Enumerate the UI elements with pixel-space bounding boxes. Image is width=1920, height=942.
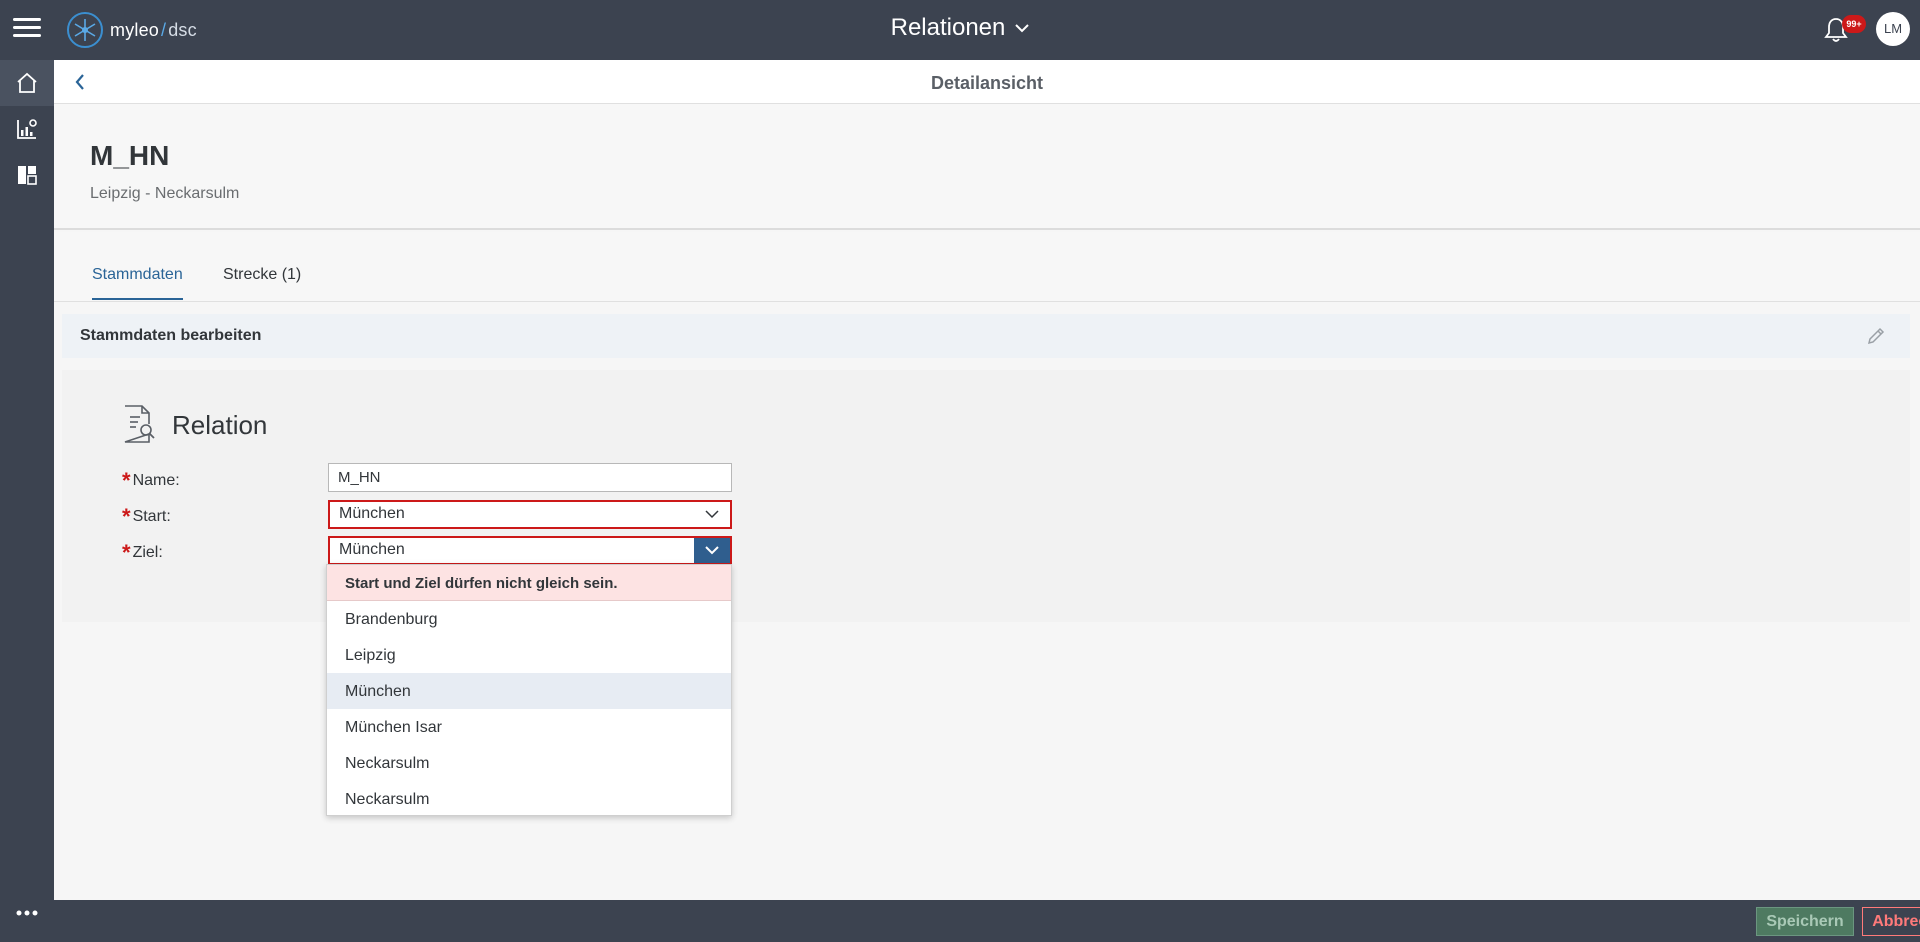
dropdown-options: Brandenburg Leipzig München München Isar… xyxy=(327,601,731,817)
app-title-container: Relationen xyxy=(0,14,1920,42)
logo-slash: / xyxy=(161,19,167,40)
object-header: M_HN Leipzig - Neckarsulm xyxy=(54,104,1920,230)
ziel-dropdown-list: Start und Ziel dürfen nicht gleich sein.… xyxy=(326,564,732,816)
page-title: Detailansicht xyxy=(930,73,1044,93)
cancel-button[interactable]: Abbrechen xyxy=(1862,907,1920,936)
nav-item-analytics[interactable] xyxy=(0,106,54,152)
ziel-select-value: München xyxy=(339,541,405,558)
ziel-label-text: Ziel: xyxy=(132,544,163,561)
section-title: Stammdaten bearbeiten xyxy=(80,327,262,344)
dropdown-option[interactable]: Leipzig xyxy=(327,637,731,673)
logo-text: myleo / dsc xyxy=(110,20,197,41)
chevron-down-icon[interactable] xyxy=(694,538,730,563)
form-heading: Relation xyxy=(172,410,268,440)
name-label: * Name: xyxy=(122,468,180,494)
footer-toolbar: Speichern Abbrechen xyxy=(54,900,1920,942)
name-input[interactable]: M_HN xyxy=(328,463,732,492)
save-button[interactable]: Speichern xyxy=(1756,907,1854,936)
analytics-icon xyxy=(17,119,37,139)
start-select-value: München xyxy=(339,505,405,522)
ziel-select[interactable]: München xyxy=(328,536,732,565)
chevron-down-icon xyxy=(1015,24,1030,33)
logo-name: myleo xyxy=(110,19,160,40)
ziel-label: * Ziel: xyxy=(122,540,163,566)
chevron-down-icon xyxy=(694,502,730,527)
validation-error-message: Start und Ziel dürfen nicht gleich sein. xyxy=(327,565,731,601)
pencil-edit-icon[interactable] xyxy=(1864,324,1888,348)
dashboard-icon xyxy=(18,166,37,185)
more-icon xyxy=(16,910,38,916)
logo-product: dsc xyxy=(168,19,197,40)
document-search-icon xyxy=(124,405,155,443)
tab-bar: Stammdaten Strecke (1) xyxy=(54,232,1920,302)
object-subtitle: Leipzig - Neckarsulm xyxy=(90,185,240,202)
required-marker: * xyxy=(122,540,131,565)
dropdown-option[interactable]: Neckarsulm xyxy=(327,781,731,817)
nav-item-dashboard[interactable] xyxy=(0,152,54,198)
required-marker: * xyxy=(122,504,131,529)
sub-header: Detailansicht xyxy=(54,60,1920,104)
dropdown-option[interactable]: München Isar xyxy=(327,709,731,745)
tab-stammdaten[interactable]: Stammdaten xyxy=(92,266,183,300)
dropdown-option[interactable]: Brandenburg xyxy=(327,601,731,637)
side-navigation xyxy=(0,60,54,942)
dropdown-option[interactable]: Neckarsulm xyxy=(327,745,731,781)
start-label: * Start: xyxy=(122,504,171,530)
required-marker: * xyxy=(122,468,131,493)
more-options-button[interactable] xyxy=(0,898,54,928)
object-title: M_HN xyxy=(90,140,170,171)
avatar[interactable]: LM xyxy=(1876,12,1910,46)
nav-item-home[interactable] xyxy=(0,60,54,106)
start-label-text: Start: xyxy=(132,508,171,525)
notification-badge: 99+ xyxy=(1842,15,1866,33)
section-header: Stammdaten bearbeiten xyxy=(62,314,1910,358)
start-select[interactable]: München xyxy=(328,500,732,529)
app-logo[interactable]: myleo / dsc xyxy=(66,10,197,50)
name-label-text: Name: xyxy=(132,472,180,489)
hamburger-menu-icon[interactable] xyxy=(10,13,44,47)
home-icon xyxy=(17,72,37,93)
app-title: Relationen xyxy=(890,14,1006,41)
tab-strecke[interactable]: Strecke (1) xyxy=(223,266,301,298)
top-header: myleo / dsc Relationen 99+ LM xyxy=(0,0,1920,60)
logo-mark-icon xyxy=(67,12,103,48)
dropdown-option-selected[interactable]: München xyxy=(327,673,731,709)
app-title-dropdown[interactable]: Relationen xyxy=(891,14,1030,42)
